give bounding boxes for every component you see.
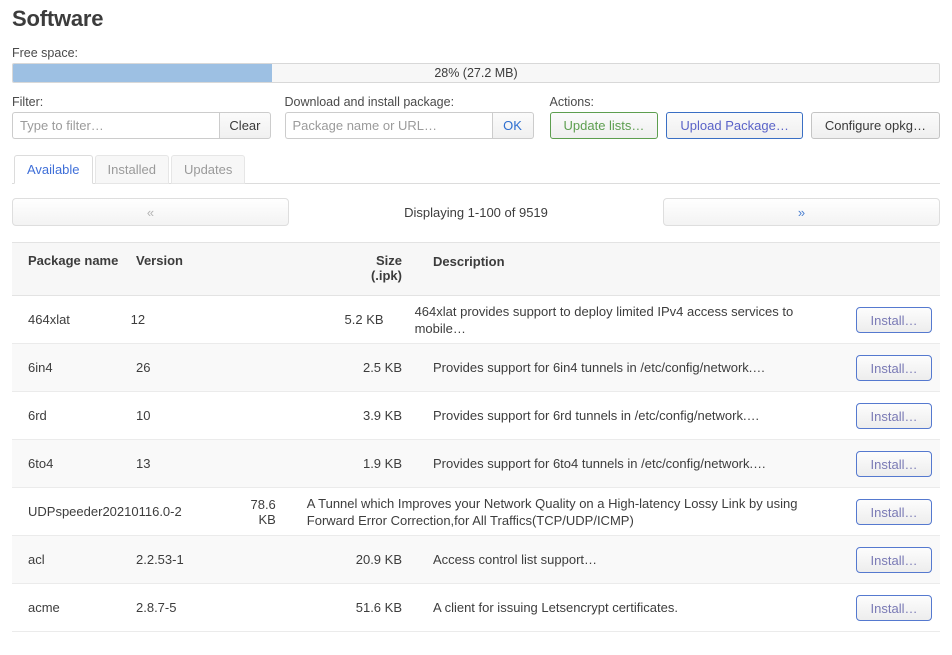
filter-group: Filter: Clear (12, 95, 271, 139)
header-package-name: Package name (12, 253, 136, 283)
header-description: Description (402, 253, 836, 283)
download-group: Download and install package: OK (285, 95, 534, 139)
table-header-row: Package name Version Size (.ipk) Descrip… (12, 242, 940, 296)
update-lists-button[interactable]: Update lists… (550, 112, 659, 139)
cell-size: 20.9 KB (336, 552, 402, 567)
free-space-progress-text: 28% (27.2 MB) (13, 64, 939, 82)
cell-actions: Install… (841, 307, 940, 333)
cell-description: A client for issuing Letsencrypt certifi… (402, 599, 836, 616)
cell-description: Provides support for 6in4 tunnels in /et… (402, 359, 836, 376)
table-row: acl2.2.53-120.9 KBAccess control list su… (12, 536, 940, 584)
cell-actions: Install… (836, 451, 940, 477)
cell-actions: Install… (836, 355, 940, 381)
cell-description: 464xlat provides support to deploy limit… (384, 303, 841, 337)
download-package-input[interactable] (285, 112, 492, 139)
install-button[interactable]: Install… (856, 403, 932, 429)
controls-row: Filter: Clear Download and install packa… (12, 95, 940, 139)
cell-size: 5.2 KB (321, 312, 384, 327)
cell-version: 13 (136, 456, 336, 471)
free-space-section: Free space: 28% (27.2 MB) (12, 46, 940, 83)
cell-actions: Install… (836, 403, 940, 429)
table-row: acme2.8.7-551.6 KBA client for issuing L… (12, 584, 940, 632)
cell-actions: Install… (836, 547, 940, 573)
cell-version: 26 (136, 360, 336, 375)
filter-label: Filter: (12, 95, 271, 109)
cell-package-name: 464xlat (12, 312, 131, 327)
cell-package-name: 6in4 (12, 360, 136, 375)
cell-size: 2.5 KB (336, 360, 402, 375)
table-row: 464xlat125.2 KB464xlat provides support … (12, 296, 940, 344)
free-space-progressbar: 28% (27.2 MB) (12, 63, 940, 83)
packages-table: Package name Version Size (.ipk) Descrip… (12, 242, 940, 632)
tab-installed[interactable]: Installed (95, 155, 169, 184)
cell-description: Provides support for 6to4 tunnels in /et… (402, 455, 836, 472)
cell-version: 20210116.0-2 (102, 504, 232, 519)
cell-description: A Tunnel which Improves your Network Qua… (276, 495, 856, 529)
configure-opkg-button[interactable]: Configure opkg… (811, 112, 940, 139)
cell-package-name: acme (12, 600, 136, 615)
pagination-next-button[interactable]: » (663, 198, 940, 226)
install-button[interactable]: Install… (856, 307, 932, 333)
install-button[interactable]: Install… (856, 499, 932, 525)
filter-input-group: Clear (12, 112, 271, 139)
pagination-prev-button[interactable]: « (12, 198, 289, 226)
software-page: Software Free space: 28% (27.2 MB) Filte… (0, 6, 952, 632)
filter-input[interactable] (12, 112, 219, 139)
cell-size: 1.9 KB (336, 456, 402, 471)
header-actions (836, 253, 940, 283)
filter-clear-button[interactable]: Clear (219, 112, 270, 139)
upload-package-button[interactable]: Upload Package… (666, 112, 802, 139)
package-tabs: Available Installed Updates (12, 155, 940, 184)
header-size-line1: Size (336, 253, 402, 268)
table-row: 6in4262.5 KBProvides support for 6in4 tu… (12, 344, 940, 392)
page-title: Software (12, 6, 946, 32)
pagination: « Displaying 1-100 of 9519 » (12, 198, 940, 226)
table-row: 6to4131.9 KBProvides support for 6to4 tu… (12, 440, 940, 488)
actions-label: Actions: (550, 95, 941, 109)
cell-package-name: 6to4 (12, 456, 136, 471)
pagination-info: Displaying 1-100 of 9519 (289, 205, 663, 220)
actions-buttons: Update lists… Upload Package… Configure … (550, 112, 941, 139)
cell-version: 2.8.7-5 (136, 600, 336, 615)
cell-package-name: acl (12, 552, 136, 567)
cell-package-name: 6rd (12, 408, 136, 423)
cell-version: 10 (136, 408, 336, 423)
table-row: 6rd103.9 KBProvides support for 6rd tunn… (12, 392, 940, 440)
cell-actions: Install… (836, 595, 940, 621)
header-size: Size (.ipk) (336, 253, 402, 283)
cell-size: 3.9 KB (336, 408, 402, 423)
cell-version: 2.2.53-1 (136, 552, 336, 567)
tab-available[interactable]: Available (14, 155, 93, 184)
cell-version: 12 (131, 312, 321, 327)
download-ok-button[interactable]: OK (492, 112, 534, 139)
actions-group: Actions: Update lists… Upload Package… C… (550, 95, 941, 139)
cell-size: 78.6 KB (233, 497, 276, 527)
free-space-label: Free space: (12, 46, 940, 60)
install-button[interactable]: Install… (856, 595, 932, 621)
install-button[interactable]: Install… (856, 451, 932, 477)
cell-actions: Install… (856, 499, 940, 525)
tab-updates[interactable]: Updates (171, 155, 245, 184)
download-input-group: OK (285, 112, 534, 139)
header-size-line2: (.ipk) (336, 268, 402, 283)
install-button[interactable]: Install… (856, 547, 932, 573)
cell-package-name: UDPspeeder (12, 504, 102, 519)
cell-description: Access control list support… (402, 551, 836, 568)
install-button[interactable]: Install… (856, 355, 932, 381)
header-version: Version (136, 253, 336, 283)
cell-size: 51.6 KB (336, 600, 402, 615)
table-body: 464xlat125.2 KB464xlat provides support … (12, 296, 940, 632)
download-label: Download and install package: (285, 95, 534, 109)
table-row: UDPspeeder20210116.0-278.6 KBA Tunnel wh… (12, 488, 940, 536)
cell-description: Provides support for 6rd tunnels in /etc… (402, 407, 836, 424)
